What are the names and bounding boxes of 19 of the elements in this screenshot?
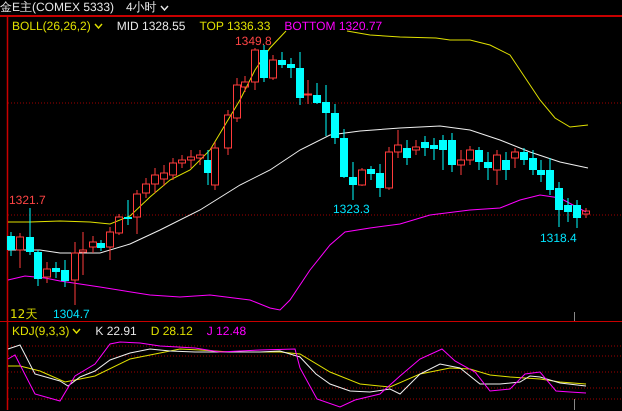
period-dropdown[interactable]: 4小时 (126, 0, 169, 16)
d-value: D 28.12 (150, 324, 193, 338)
price-label: 1318.4 (540, 231, 577, 245)
j-value: J 12.48 (206, 324, 246, 338)
price-label: 1349.8 (235, 34, 272, 48)
price-label: 1304.7 (53, 307, 90, 321)
mid-value: MID 1328.55 (116, 19, 186, 33)
chevron-down-icon (160, 4, 169, 10)
top-value: TOP 1336.33 (199, 19, 270, 33)
price-label: 1321.7 (9, 193, 46, 207)
chevron-down-icon (72, 328, 82, 334)
chevron-down-icon (94, 23, 103, 29)
range-label: 12天 (10, 307, 38, 321)
instrument-title: 金E主(COMEX 5333) (0, 0, 114, 16)
indicator-selector[interactable]: KDJ(9,3,3) (12, 324, 82, 338)
bottom-value: BOTTOM 1320.77 (284, 19, 382, 33)
price-label: 1323.3 (333, 202, 370, 216)
indicator-selector[interactable]: BOLL(26,26,2) (12, 19, 103, 33)
k-value: K 22.91 (95, 324, 137, 338)
